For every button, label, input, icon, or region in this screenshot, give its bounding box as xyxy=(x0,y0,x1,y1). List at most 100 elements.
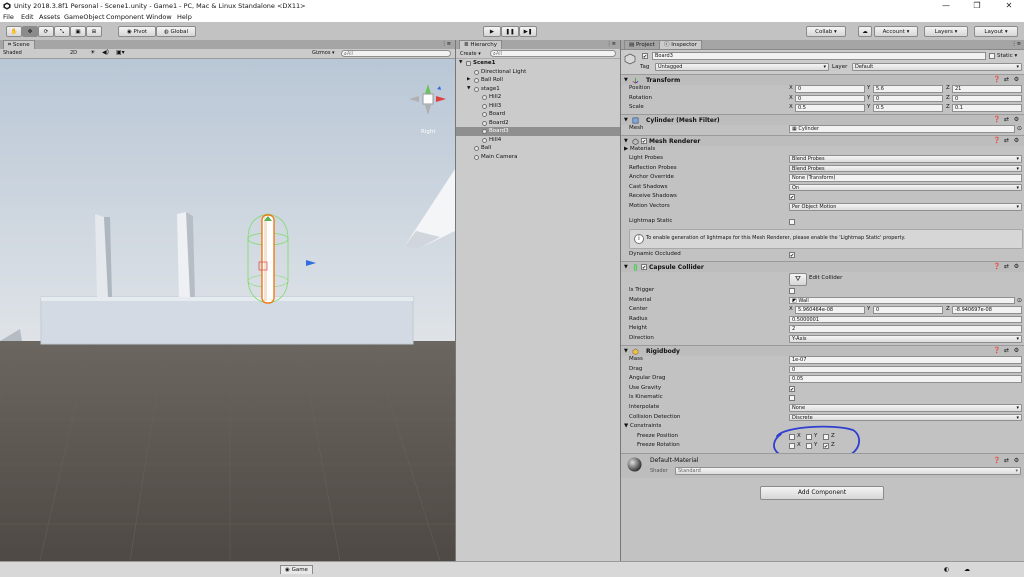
fold-arrow-icon[interactable]: ▼ xyxy=(624,138,628,144)
object-active-checkbox[interactable] xyxy=(642,53,648,59)
menu-window[interactable]: Window xyxy=(146,13,172,21)
transform-tool-button[interactable]: ⊞ xyxy=(86,26,102,37)
center-x-field[interactable]: 5.960464e-08 xyxy=(795,306,865,314)
transform-y-field[interactable]: 0.5 xyxy=(873,104,943,112)
preset-icon[interactable]: ⇄ xyxy=(1003,137,1010,144)
transform-z-field[interactable]: 0.1 xyxy=(952,104,1022,112)
component-settings-icon[interactable]: ⚙ xyxy=(1013,137,1020,144)
move-tool-button[interactable]: ✥ xyxy=(22,26,38,37)
direction-dropdown[interactable]: Y-Axis xyxy=(789,335,1022,343)
scene-viewport[interactable]: Right xyxy=(0,59,455,561)
hierarchy-item[interactable]: ▼ stage1 xyxy=(456,85,620,94)
shader-dropdown[interactable]: Standard xyxy=(675,467,1021,475)
menu-help[interactable]: Help xyxy=(177,13,192,21)
hierarchy-item[interactable]: Main Camera xyxy=(456,153,620,162)
scene-search-input[interactable]: ⌕All xyxy=(341,50,451,57)
transform-y-field[interactable]: 0 xyxy=(873,94,943,103)
expand-arrow-icon[interactable]: ▶ xyxy=(467,76,470,85)
layer-dropdown[interactable]: Default xyxy=(852,63,1022,71)
add-component-button[interactable]: Add Component xyxy=(760,486,884,500)
hierarchy-item[interactable]: Hill3 xyxy=(456,102,620,111)
interpolate-dropdown[interactable]: None xyxy=(789,404,1022,412)
hierarchy-item[interactable]: ▼ Scene1 xyxy=(456,59,620,68)
pivot-toggle[interactable]: ◉ Pivot xyxy=(118,26,156,37)
lighting-toggle-icon[interactable]: ☀ xyxy=(90,49,95,56)
hierarchy-search-input[interactable]: ⌕All xyxy=(490,50,616,57)
tab-scene[interactable]: ⌗ Scene xyxy=(3,40,35,49)
step-button[interactable]: ▶❚ xyxy=(519,26,537,37)
play-button[interactable]: ▶ xyxy=(483,26,501,37)
preset-icon[interactable]: ⇄ xyxy=(1003,263,1010,270)
menu-edit[interactable]: Edit xyxy=(21,13,34,21)
fold-arrow-icon[interactable]: ▼ xyxy=(624,348,628,354)
expand-arrow-icon[interactable]: ▼ xyxy=(467,85,470,94)
menu-assets[interactable]: Assets xyxy=(39,13,60,21)
component-settings-icon[interactable]: ⚙ xyxy=(1013,263,1020,270)
radius-field[interactable]: 0.5000001 xyxy=(789,315,1022,324)
hierarchy-create-dropdown[interactable]: Create ▾ xyxy=(460,51,481,57)
tab-game[interactable]: ◉ Game xyxy=(280,565,313,574)
transform-x-field[interactable]: 0.5 xyxy=(795,104,865,112)
help-book-icon[interactable]: ❓ xyxy=(993,347,1000,354)
help-book-icon[interactable]: ❓ xyxy=(993,76,1000,83)
collision-detection-dropdown[interactable]: Discrete xyxy=(789,413,1022,422)
dynamic-occluded-checkbox[interactable] xyxy=(789,252,795,258)
drag-field[interactable]: 0 xyxy=(789,365,1022,374)
hierarchy-item[interactable]: ▶ Ball Roll xyxy=(456,76,620,85)
hierarchy-item[interactable]: Ball xyxy=(456,144,620,153)
mesh-renderer-dropdown[interactable]: Per Object Motion xyxy=(789,203,1022,211)
close-button[interactable]: ✕ xyxy=(998,0,1020,12)
transform-x-field[interactable]: 0 xyxy=(795,85,865,93)
help-book-icon[interactable]: ❓ xyxy=(993,263,1000,270)
fold-arrow-icon[interactable]: ▼ xyxy=(624,117,628,123)
audio-toggle-icon[interactable]: ◀) xyxy=(102,49,109,56)
center-y-field[interactable]: 0 xyxy=(873,306,943,314)
collab-button[interactable]: Collab ▾ xyxy=(806,26,846,37)
layers-dropdown[interactable]: Layers ▾ xyxy=(924,26,968,37)
mesh-renderer-field[interactable]: None (Transform) xyxy=(789,174,1022,182)
layout-dropdown[interactable]: Layout ▾ xyxy=(974,26,1018,37)
preset-icon[interactable]: ⇄ xyxy=(1003,116,1010,123)
capsule-collider-header[interactable]: ▼ Capsule Collider ❓⇄⚙ xyxy=(621,261,1024,272)
account-dropdown[interactable]: Account ▾ xyxy=(874,26,918,37)
hierarchy-item[interactable]: Board xyxy=(456,110,620,119)
preset-icon[interactable]: ⇄ xyxy=(1003,347,1010,354)
use-gravity-checkbox[interactable] xyxy=(789,385,795,392)
global-toggle[interactable]: ◍ Global xyxy=(156,26,196,37)
mesh-renderer-enabled-checkbox[interactable] xyxy=(641,138,647,144)
help-book-icon[interactable]: ❓ xyxy=(993,137,1000,144)
mesh-renderer-dropdown[interactable]: Blend Probes xyxy=(789,164,1022,173)
constraints-foldout[interactable]: ▼ Constraints xyxy=(624,423,661,429)
static-dropdown[interactable]: Static ▾ xyxy=(997,53,1017,59)
hierarchy-item[interactable]: Board2 xyxy=(456,119,620,128)
transform-x-field[interactable]: 0 xyxy=(795,94,865,103)
minimize-button[interactable]: — xyxy=(935,0,957,12)
tab-inspector[interactable]: ⓘ Inspector xyxy=(659,40,702,49)
static-checkbox[interactable] xyxy=(989,53,995,59)
mesh-renderer-dropdown[interactable]: Blend Probes xyxy=(789,155,1022,163)
mass-field[interactable]: 1e-07 xyxy=(789,356,1022,364)
preset-icon[interactable]: ⇄ xyxy=(1003,76,1010,83)
component-settings-icon[interactable]: ⚙ xyxy=(1013,457,1020,464)
hierarchy-item[interactable]: Hill4 xyxy=(456,136,620,145)
receive-shadows-checkbox[interactable] xyxy=(789,194,795,201)
menu-component[interactable]: Component xyxy=(106,13,144,21)
panel-menu-icon[interactable]: ⋮≡ xyxy=(442,41,451,47)
transform-y-field[interactable]: 5.6 xyxy=(873,85,943,93)
transform-z-field[interactable]: 21 xyxy=(952,85,1022,93)
tab-hierarchy[interactable]: ≣ Hierarchy xyxy=(459,40,502,49)
effects-dropdown-icon[interactable]: ▣▾ xyxy=(116,49,125,56)
edit-collider-button[interactable]: ⛛ xyxy=(789,273,807,286)
mode-2d-toggle[interactable]: 2D xyxy=(70,50,77,56)
height-field[interactable]: 2 xyxy=(789,325,1022,333)
pause-button[interactable]: ❚❚ xyxy=(501,26,519,37)
fold-arrow-icon[interactable]: ▼ xyxy=(624,77,628,83)
angular-drag-field[interactable]: 0.05 xyxy=(789,375,1022,383)
transform-z-field[interactable]: 0 xyxy=(952,94,1022,103)
object-name-field[interactable]: Board3 xyxy=(652,52,986,60)
mesh-field[interactable]: ▦ Cylinder xyxy=(789,125,1015,133)
restore-button[interactable]: ❐ xyxy=(966,0,988,12)
hierarchy-item[interactable]: Board3 xyxy=(456,127,620,136)
component-settings-icon[interactable]: ⚙ xyxy=(1013,347,1020,354)
cloud-button[interactable]: ☁ xyxy=(858,26,872,37)
